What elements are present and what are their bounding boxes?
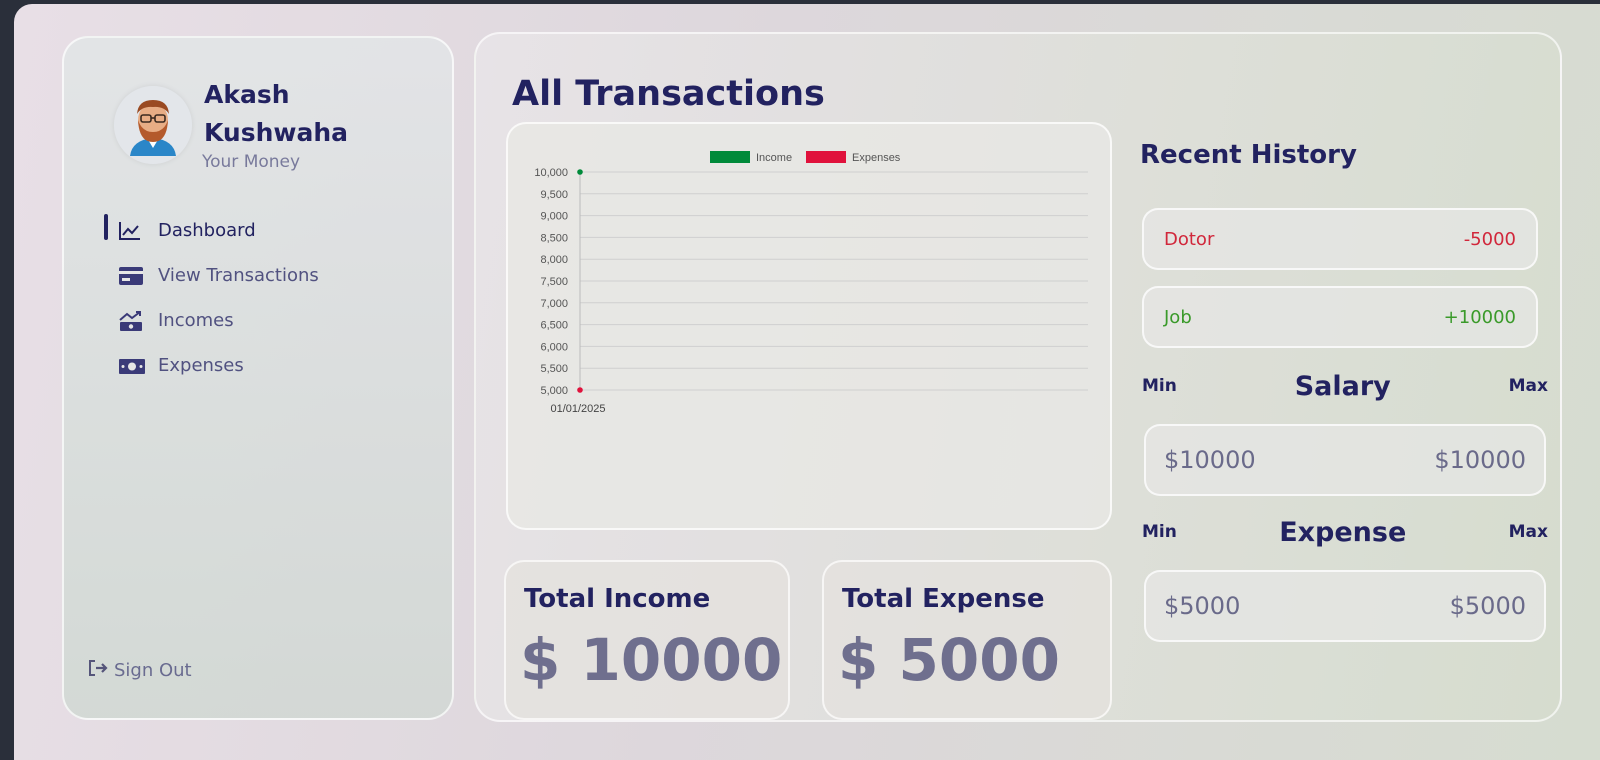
sidebar-item-dashboard[interactable]: Dashboard (104, 208, 424, 253)
sidebar-item-label: View Transactions (158, 265, 319, 286)
history-item-amount: -5000 (1463, 228, 1516, 250)
salary-max-label: Max (1508, 376, 1548, 396)
app-window: Akash Kushwaha Your Money Dashboard View… (14, 4, 1600, 760)
legend-label-income: Income (756, 152, 792, 164)
legend-swatch-income (710, 151, 750, 163)
salary-min-value: $10000 (1164, 446, 1256, 474)
history-item[interactable]: Dotor -5000 (1142, 208, 1538, 270)
user-name: Akash Kushwaha (204, 80, 349, 147)
sign-out-button[interactable]: Sign Out (88, 660, 192, 681)
sign-out-icon (88, 660, 108, 681)
history-item-title: Job (1164, 306, 1192, 328)
main-panel: All Transactions 10,000 9,500 9,000 8,500 8,… (474, 32, 1562, 722)
total-expense-label: Total Expense (842, 584, 1045, 614)
expense-min-value: $5000 (1164, 592, 1241, 620)
legend-label-expenses: Expenses (852, 152, 901, 164)
history-item-amount: +10000 (1443, 306, 1516, 328)
data-point-income (577, 169, 583, 175)
sidebar-item-incomes[interactable]: Incomes (104, 298, 424, 343)
history-item[interactable]: Job +10000 (1142, 286, 1538, 348)
expense-max-value: $5000 (1449, 592, 1526, 620)
total-income-card: Total Income $ 10000 (504, 560, 790, 720)
money-bill-icon (118, 356, 158, 376)
sidebar: Akash Kushwaha Your Money Dashboard View… (62, 36, 454, 720)
sidebar-item-view-transactions[interactable]: View Transactions (104, 253, 424, 298)
expense-range-values: $5000 $5000 (1144, 570, 1546, 642)
salary-title: Salary (1294, 370, 1391, 402)
sidebar-menu: Dashboard View Transactions Incomes Expe… (104, 208, 424, 388)
data-point-expenses (577, 387, 583, 393)
transactions-chart-card: 10,000 9,500 9,000 8,500 8,000 7,500 7,000 6,50… (506, 122, 1112, 530)
legend-swatch-expenses (806, 151, 846, 163)
user-avatar (114, 86, 192, 164)
expense-range-header: Min Expense Max (1142, 514, 1548, 550)
chart-y-tick-label: 10,000 (534, 167, 568, 179)
sidebar-item-label: Expenses (158, 355, 244, 376)
total-income-label: Total Income (524, 584, 711, 614)
recent-history-title: Recent History (1140, 140, 1357, 170)
salary-range-header: Min Salary Max (1142, 368, 1548, 404)
chart-y-tick-label: 6,000 (540, 341, 568, 353)
chart-y-tick-label: 8,500 (540, 232, 568, 244)
chart-trend-icon (118, 220, 158, 242)
page-title: All Transactions (512, 74, 825, 114)
history-item-title: Dotor (1164, 228, 1215, 250)
chart-y-tick-label: 8,000 (540, 254, 568, 266)
avatar-illustration (114, 86, 192, 164)
user-subtitle: Your Money (202, 152, 301, 172)
total-expense-value: $ 5000 (838, 626, 1060, 694)
salary-min-label: Min (1142, 376, 1177, 396)
transactions-line-chart: 10,000 9,500 9,000 8,500 8,000 7,500 7,000 6,50… (534, 151, 1088, 415)
sidebar-item-label: Dashboard (158, 220, 256, 241)
chart-y-tick-label: 6,500 (540, 320, 568, 332)
chart-y-tick-label: 9,000 (540, 211, 568, 223)
chart-y-tick-label: 9,500 (540, 189, 568, 201)
expense-title: Expense (1279, 516, 1407, 548)
chart-y-tick-label: 7,000 (540, 298, 568, 310)
chart-x-tick-label: 01/01/2025 (550, 403, 605, 415)
credit-card-icon (118, 266, 158, 286)
total-income-value: $ 10000 (520, 626, 783, 694)
income-icon (118, 310, 158, 332)
chart-y-tick-label: 5,000 (540, 385, 568, 397)
total-expense-card: Total Expense $ 5000 (822, 560, 1112, 720)
expense-min-label: Min (1142, 522, 1177, 542)
salary-range-values: $10000 $10000 (1144, 424, 1546, 496)
sidebar-item-expenses[interactable]: Expenses (104, 343, 424, 388)
sign-out-label: Sign Out (114, 660, 192, 681)
sidebar-item-label: Incomes (158, 310, 234, 331)
expense-max-label: Max (1508, 522, 1548, 542)
active-indicator (104, 214, 108, 240)
chart-y-tick-label: 5,500 (540, 363, 568, 375)
chart-y-tick-label: 7,500 (540, 276, 568, 288)
salary-max-value: $10000 (1434, 446, 1526, 474)
